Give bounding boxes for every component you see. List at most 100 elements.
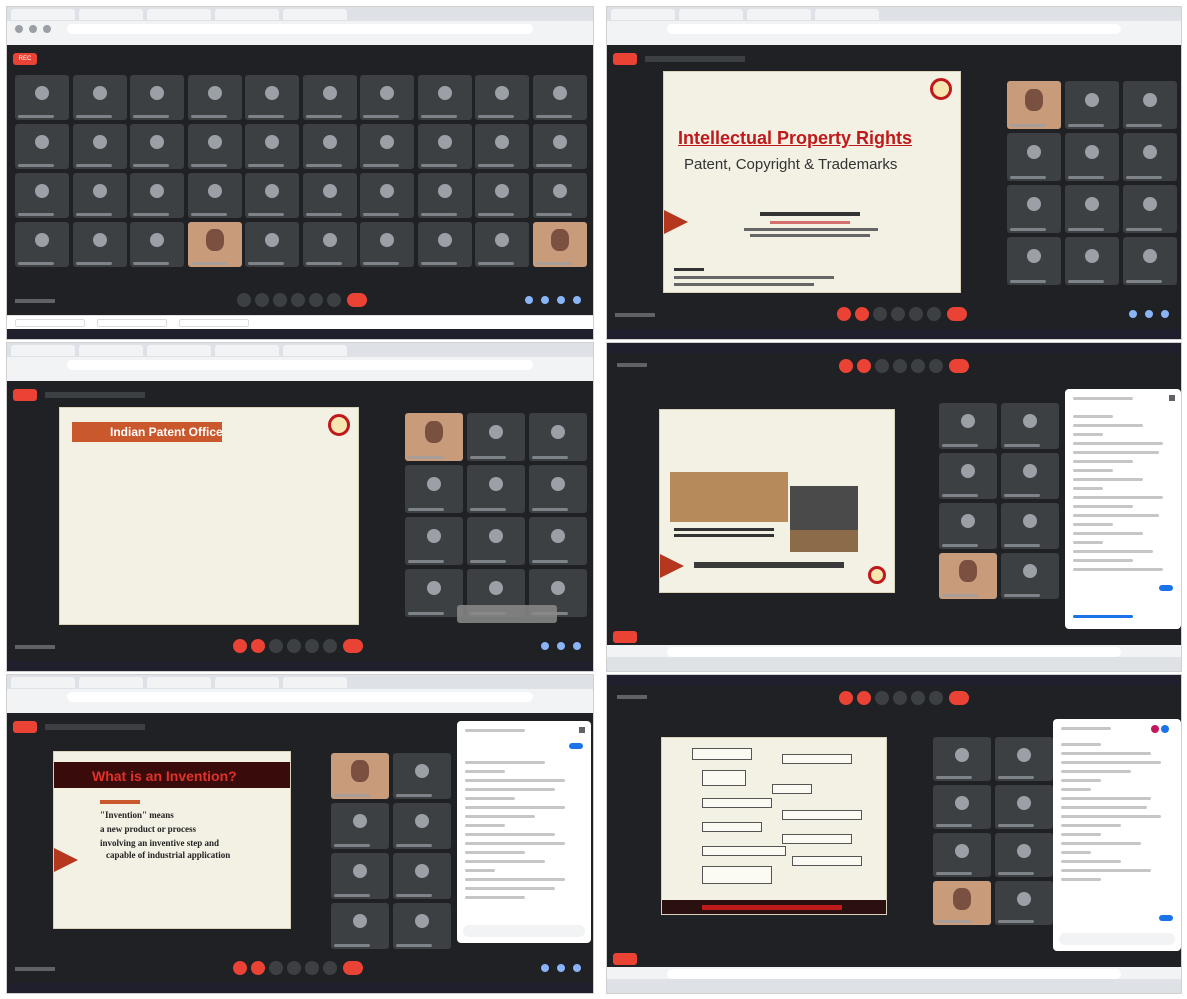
participant-tile[interactable] [417, 124, 472, 169]
address-bar[interactable] [67, 692, 533, 702]
camera-button[interactable] [857, 359, 871, 373]
browser-tab[interactable] [147, 345, 211, 356]
participant-tile[interactable] [475, 124, 529, 169]
participant-tile[interactable] [360, 124, 414, 169]
mic-button[interactable] [237, 293, 251, 307]
participant-tile[interactable] [467, 517, 525, 565]
participant-tile[interactable] [331, 853, 389, 899]
participant-tile[interactable] [1123, 133, 1177, 181]
participant-tile[interactable] [1065, 237, 1119, 285]
participant-tile[interactable] [1123, 237, 1177, 285]
participant-tile[interactable] [995, 833, 1053, 877]
present-button[interactable] [305, 961, 319, 975]
participant-tile[interactable] [475, 75, 529, 120]
participant-tile[interactable] [360, 222, 414, 267]
participant-tile[interactable] [187, 124, 242, 169]
browser-tab[interactable] [147, 9, 211, 20]
reload-icon[interactable] [43, 25, 51, 33]
browser-tab[interactable] [815, 9, 879, 20]
participant-tile[interactable] [1123, 185, 1177, 233]
chat-icon[interactable] [557, 642, 565, 650]
end-call-button[interactable] [343, 961, 363, 975]
forward-icon[interactable] [29, 25, 37, 33]
participant-tile[interactable] [72, 222, 127, 267]
people-icon[interactable] [541, 964, 549, 972]
participant-tile[interactable] [995, 785, 1053, 829]
present-button[interactable] [309, 293, 323, 307]
participant-tile[interactable] [417, 75, 472, 120]
participant-tile[interactable] [187, 222, 242, 267]
camera-button[interactable] [855, 307, 869, 321]
participant-tile[interactable] [1007, 185, 1061, 233]
camera-button[interactable] [255, 293, 269, 307]
browser-tab[interactable] [79, 9, 143, 20]
raise-hand-button[interactable] [291, 293, 305, 307]
download-item[interactable] [15, 319, 85, 327]
download-item[interactable] [97, 319, 167, 327]
more-options-button[interactable] [323, 639, 337, 653]
captions-button[interactable] [269, 961, 283, 975]
present-button[interactable] [305, 639, 319, 653]
participant-tile[interactable] [1065, 133, 1119, 181]
participant-tile[interactable] [72, 75, 127, 120]
close-icon[interactable] [1169, 395, 1175, 401]
participant-tile[interactable] [130, 173, 184, 218]
back-icon[interactable] [15, 25, 23, 33]
end-call-button[interactable] [949, 359, 969, 373]
more-options-button[interactable] [927, 307, 941, 321]
participant-tile[interactable] [405, 413, 463, 461]
captions-button[interactable] [875, 691, 889, 705]
close-icon[interactable] [579, 727, 585, 733]
chat-icon[interactable] [1145, 310, 1153, 318]
more-options-button[interactable] [327, 293, 341, 307]
present-button[interactable] [911, 359, 925, 373]
captions-button[interactable] [273, 293, 287, 307]
participant-tile[interactable] [467, 465, 525, 513]
panel-link[interactable] [1073, 615, 1133, 618]
raise-hand-button[interactable] [287, 961, 301, 975]
address-bar[interactable] [67, 24, 533, 34]
people-icon[interactable] [541, 642, 549, 650]
participant-tile[interactable] [245, 75, 299, 120]
participant-tile[interactable] [939, 453, 997, 499]
participant-tile[interactable] [939, 403, 997, 449]
chat-input[interactable] [1059, 933, 1175, 945]
participant-tile[interactable] [15, 75, 69, 120]
participant-tile[interactable] [302, 75, 357, 120]
participant-tile[interactable] [475, 222, 529, 267]
download-item[interactable] [179, 319, 249, 327]
participant-tile[interactable] [72, 124, 127, 169]
raise-hand-button[interactable] [287, 639, 301, 653]
activities-icon[interactable] [573, 642, 581, 650]
participant-tile[interactable] [1123, 81, 1177, 129]
participant-tile[interactable] [393, 903, 451, 949]
participant-tile[interactable] [933, 881, 991, 925]
participant-tile[interactable] [467, 413, 525, 461]
participant-tile[interactable] [393, 853, 451, 899]
browser-tab[interactable] [79, 345, 143, 356]
participant-tile[interactable] [130, 75, 184, 120]
captions-button[interactable] [873, 307, 887, 321]
participant-tile[interactable] [302, 124, 357, 169]
browser-tab[interactable] [215, 9, 279, 20]
participant-tile[interactable] [933, 785, 991, 829]
browser-tab[interactable] [215, 677, 279, 688]
participant-tile[interactable] [995, 881, 1053, 925]
browser-tab[interactable] [79, 677, 143, 688]
participant-tile[interactable] [360, 75, 414, 120]
participant-tile[interactable] [245, 173, 299, 218]
info-icon[interactable] [525, 296, 533, 304]
chat-input[interactable] [463, 925, 585, 937]
participant-tile[interactable] [529, 517, 587, 565]
participant-tile[interactable] [130, 124, 184, 169]
address-bar[interactable] [667, 647, 1121, 657]
people-icon[interactable] [541, 296, 549, 304]
participant-tile[interactable] [15, 173, 69, 218]
address-bar[interactable] [667, 969, 1121, 979]
participant-tile[interactable] [532, 124, 587, 169]
raise-hand-button[interactable] [893, 359, 907, 373]
participant-tile[interactable] [1001, 453, 1059, 499]
participant-tile[interactable] [1065, 81, 1119, 129]
browser-tab[interactable] [679, 9, 743, 20]
raise-hand-button[interactable] [891, 307, 905, 321]
